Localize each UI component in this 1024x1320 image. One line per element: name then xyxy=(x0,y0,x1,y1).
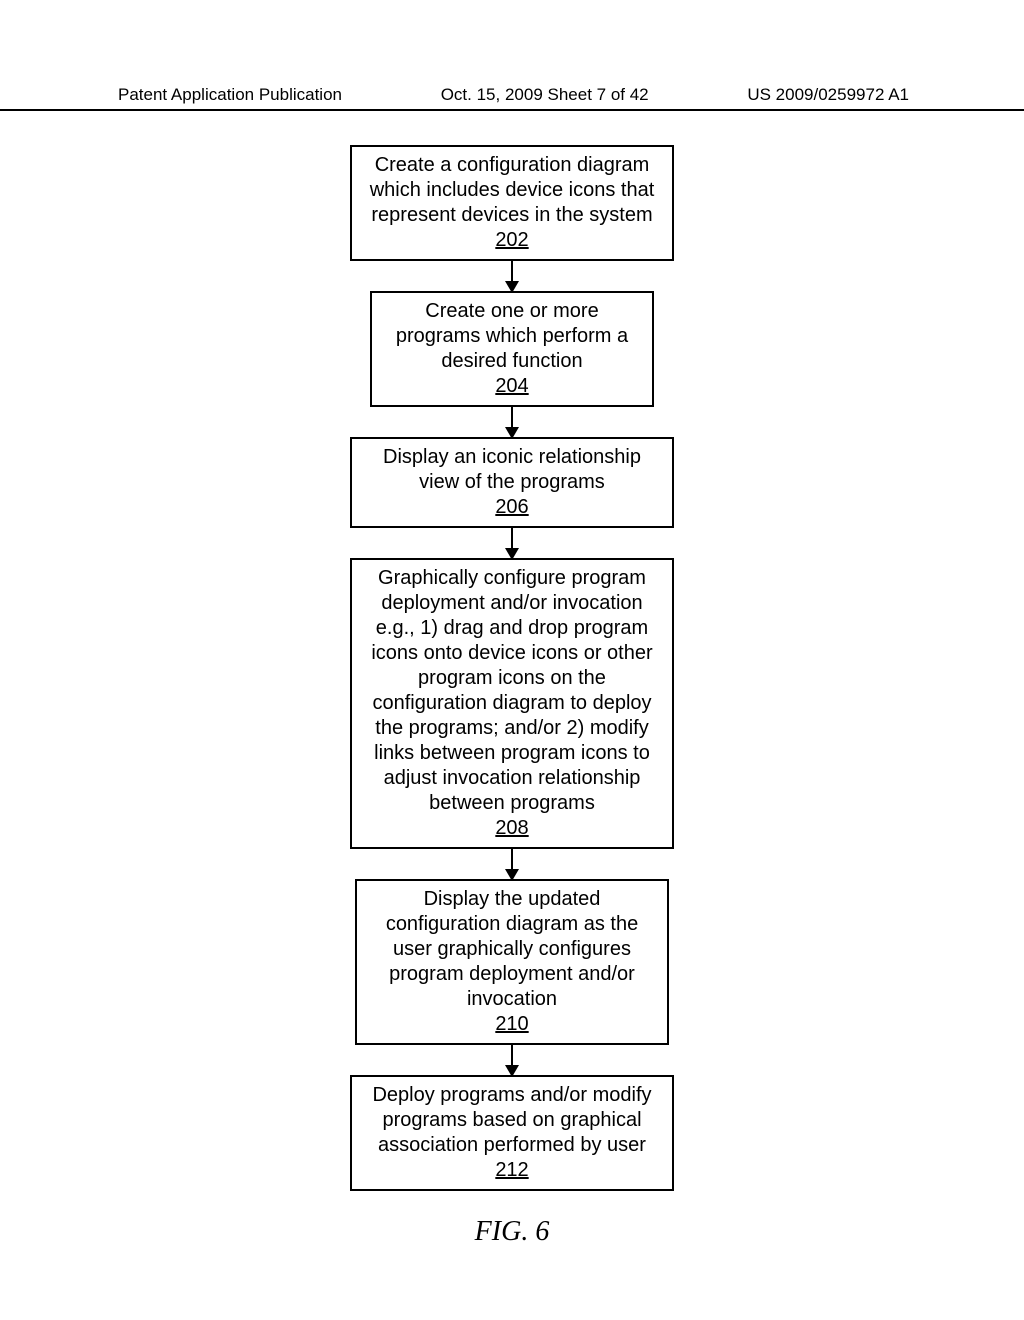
flow-box-ref: 210 xyxy=(495,1012,528,1037)
flow-box-ref: 208 xyxy=(495,816,528,841)
flow-box-text: Graphically configure program deployment… xyxy=(371,567,652,814)
flow-box-212: Deploy programs and/or modify programs b… xyxy=(350,1075,674,1191)
flow-box-text: Display the updated configuration diagra… xyxy=(386,888,638,1010)
arrow-down-icon xyxy=(511,1045,513,1075)
flow-box-ref: 212 xyxy=(495,1158,528,1183)
flow-box-204: Create one or more programs which perfor… xyxy=(370,291,654,407)
flow-box-ref: 202 xyxy=(495,228,528,253)
figure-label: FIG. 6 xyxy=(475,1216,550,1248)
flow-box-208: Graphically configure program deployment… xyxy=(350,558,674,849)
arrow-down-icon xyxy=(511,849,513,879)
flowchart: Create a configuration diagram which inc… xyxy=(0,145,1024,1248)
flow-box-text: Create a configuration diagram which inc… xyxy=(370,154,655,226)
arrow-down-icon xyxy=(511,528,513,558)
flow-box-206: Display an iconic relationship view of t… xyxy=(350,437,674,528)
header-center: Oct. 15, 2009 Sheet 7 of 42 xyxy=(441,85,649,105)
flow-box-202: Create a configuration diagram which inc… xyxy=(350,145,674,261)
flow-box-text: Display an iconic relationship view of t… xyxy=(383,446,641,493)
arrow-down-icon xyxy=(511,407,513,437)
header-right: US 2009/0259972 A1 xyxy=(747,85,909,105)
flow-box-text: Create one or more programs which perfor… xyxy=(396,300,628,372)
header-left: Patent Application Publication xyxy=(118,85,342,105)
flow-box-210: Display the updated configuration diagra… xyxy=(355,879,669,1045)
page-header: Patent Application Publication Oct. 15, … xyxy=(0,85,1024,111)
flow-box-ref: 204 xyxy=(495,374,528,399)
arrow-down-icon xyxy=(511,261,513,291)
flow-box-ref: 206 xyxy=(495,495,528,520)
flow-box-text: Deploy programs and/or modify programs b… xyxy=(372,1084,651,1156)
